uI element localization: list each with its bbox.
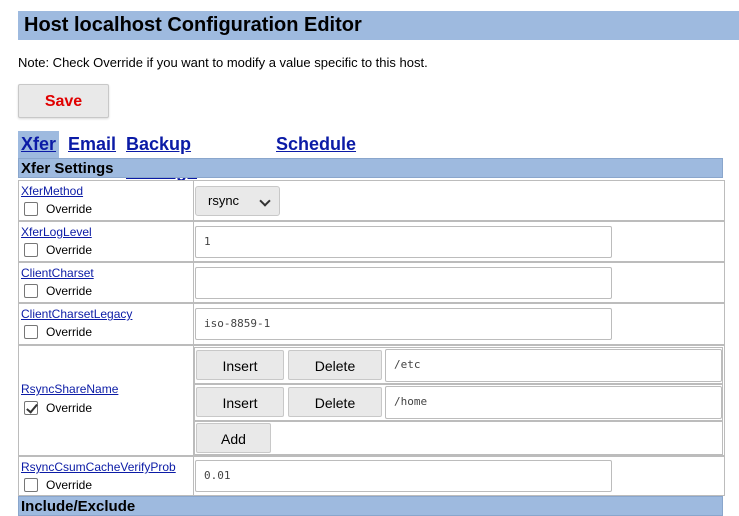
delete-button[interactable]: Delete <box>288 387 382 417</box>
override-label: Override <box>46 325 93 339</box>
override-checkbox-rsync-csum-cache-verify-prob[interactable]: Override <box>24 478 92 492</box>
tab-backup-settings[interactable]: Backup Settings <box>126 131 197 181</box>
checkbox-icon[interactable] <box>24 325 38 339</box>
override-checkbox-client-charset-legacy[interactable]: Override <box>24 325 92 339</box>
checkbox-icon[interactable] <box>24 478 38 492</box>
add-button[interactable]: Add <box>196 423 271 453</box>
share-list-item: Insert Delete /etc <box>194 347 723 384</box>
xfer-method-select[interactable]: rsync <box>195 186 280 216</box>
setting-link-rsync-share-name[interactable]: RsyncShareName <box>21 382 118 396</box>
override-label: Override <box>46 202 93 216</box>
override-label: Override <box>46 243 93 257</box>
override-checkbox-rsync-share-name[interactable]: Override <box>24 401 92 415</box>
save-button[interactable]: Save <box>18 84 109 118</box>
tab-schedule[interactable]: Schedule <box>276 131 356 158</box>
override-checkbox-xfer-method[interactable]: Override <box>24 202 92 216</box>
setting-label-cell: XferLogLevel Override <box>19 222 194 261</box>
share-name-input[interactable]: /etc <box>385 349 722 382</box>
override-checkbox-xfer-log-level[interactable]: Override <box>24 243 92 257</box>
chevron-down-icon <box>259 195 271 207</box>
client-charset-legacy-input[interactable]: iso-8859-1 <box>195 308 612 340</box>
share-list-item: Insert Delete /home <box>194 384 723 421</box>
insert-button[interactable]: Insert <box>196 387 284 417</box>
xfer-method-selected: rsync <box>208 193 240 208</box>
setting-value-cell: 0.01 <box>193 457 724 495</box>
rsync-csum-cache-verify-prob-input[interactable]: 0.01 <box>195 460 612 492</box>
share-add-row: Add <box>194 421 723 455</box>
setting-link-client-charset-legacy[interactable]: ClientCharsetLegacy <box>21 307 132 321</box>
setting-row-client-charset-legacy: ClientCharsetLegacy Override iso-8859-1 <box>18 303 725 345</box>
setting-row-rsync-csum-cache-verify-prob: RsyncCsumCacheVerifyProb Override 0.01 <box>18 456 725 496</box>
setting-label-cell: RsyncShareName Override <box>19 346 194 455</box>
section-header-xfer-settings: Xfer Settings <box>18 158 723 178</box>
override-label: Override <box>46 478 93 492</box>
setting-row-rsync-share-name: RsyncShareName Override Insert Delete /e… <box>18 345 725 456</box>
override-checkbox-client-charset[interactable]: Override <box>24 284 92 298</box>
checkbox-icon[interactable] <box>24 202 38 216</box>
setting-label-cell: XferMethod Override <box>19 181 194 220</box>
page-header: Host localhost Configuration Editor <box>18 11 739 40</box>
setting-link-xfer-log-level[interactable]: XferLogLevel <box>21 225 92 239</box>
setting-label-cell: ClientCharset Override <box>19 263 194 302</box>
setting-label-cell: RsyncCsumCacheVerifyProb Override <box>19 457 194 495</box>
insert-button[interactable]: Insert <box>196 350 284 380</box>
checkbox-checked-icon[interactable] <box>24 401 38 415</box>
override-note: Note: Check Override if you want to modi… <box>18 55 428 70</box>
setting-value-cell: iso-8859-1 <box>193 304 724 344</box>
tab-xfer[interactable]: Xfer <box>18 131 60 158</box>
setting-value-cell: 1 <box>193 222 724 261</box>
share-name-input[interactable]: /home <box>385 386 722 419</box>
setting-row-client-charset: ClientCharset Override <box>18 262 725 303</box>
setting-link-xfer-method[interactable]: XferMethod <box>21 184 83 198</box>
xfer-log-level-input[interactable]: 1 <box>195 226 612 258</box>
section-header-include-exclude: Include/Exclude <box>18 496 723 516</box>
override-label: Override <box>46 284 93 298</box>
setting-row-xfer-log-level: XferLogLevel Override 1 <box>18 221 725 262</box>
setting-value-cell: Insert Delete /etc Insert Delete /home A… <box>193 346 724 455</box>
page-title: Host localhost Configuration Editor <box>24 14 362 36</box>
setting-value-cell: rsync <box>193 181 724 220</box>
setting-label-cell: ClientCharsetLegacy Override <box>19 304 194 344</box>
checkbox-icon[interactable] <box>24 243 38 257</box>
checkbox-icon[interactable] <box>24 284 38 298</box>
tab-email[interactable]: Email <box>68 131 116 158</box>
delete-button[interactable]: Delete <box>288 350 382 380</box>
setting-link-client-charset[interactable]: ClientCharset <box>21 266 94 280</box>
override-label: Override <box>46 401 93 415</box>
setting-value-cell <box>193 263 724 302</box>
setting-row-xfer-method: XferMethod Override rsync <box>18 180 725 221</box>
setting-link-rsync-csum-cache-verify-prob[interactable]: RsyncCsumCacheVerifyProb <box>21 460 176 474</box>
client-charset-input[interactable] <box>195 267 612 299</box>
